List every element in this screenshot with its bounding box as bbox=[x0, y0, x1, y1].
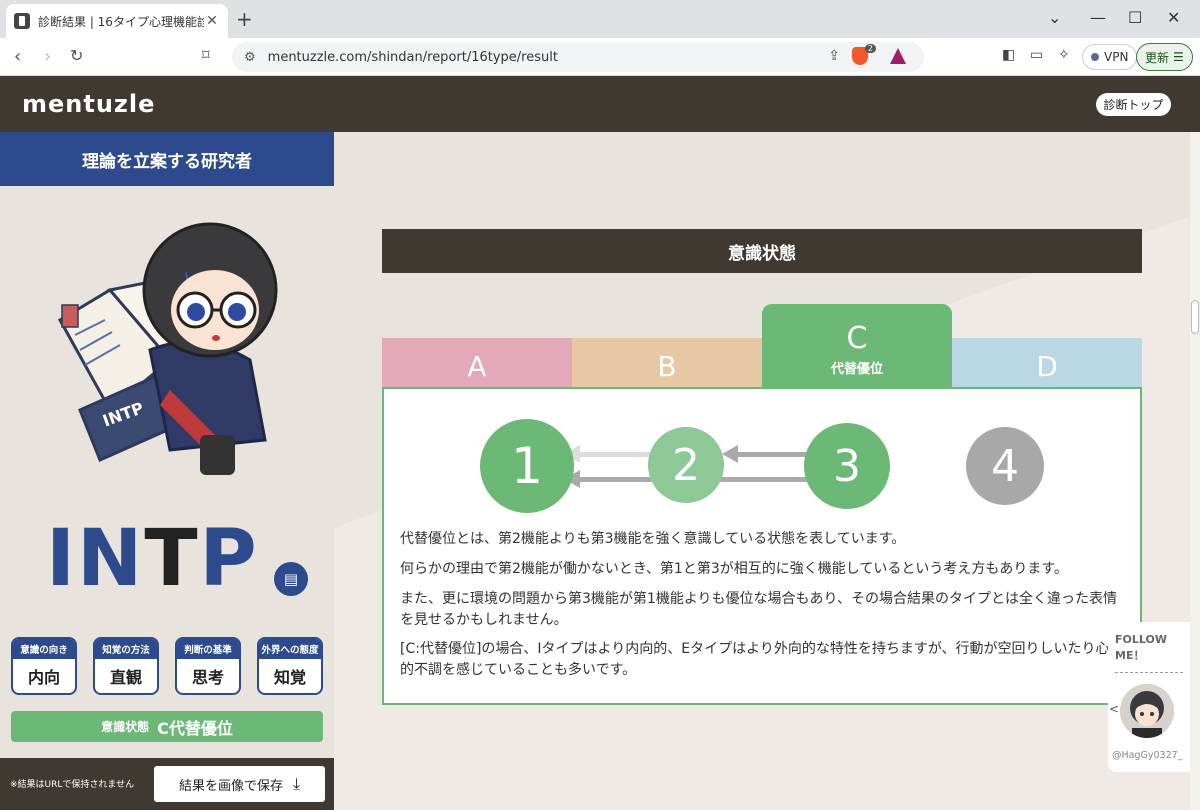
back-icon[interactable]: ‹ bbox=[14, 46, 21, 67]
tab-search-chevron-icon[interactable]: ⌄ bbox=[1048, 8, 1061, 27]
type-code-part-p: P bbox=[199, 514, 259, 604]
state-value: C代替優位 bbox=[157, 718, 233, 738]
type-title: 理論を立案する研究者 bbox=[0, 132, 334, 186]
function-circle-1: 1 bbox=[480, 419, 574, 513]
wallet-icon[interactable]: ▭ bbox=[1030, 47, 1043, 63]
window-close-icon[interactable]: ✕ bbox=[1167, 8, 1180, 27]
attribute-card-attitude: 外界への態度 知覚 bbox=[257, 637, 323, 695]
description-paragraph: また、更に環境の問題から第3機能が第1機能よりも優位な場合もあり、その場合結果の… bbox=[400, 591, 1117, 628]
attribute-label: 判断の基準 bbox=[177, 639, 239, 659]
main-content: 意識状態 A B C 代替優位 D 1 2 3 4 代替優位とは、第2機能よりも… bbox=[334, 132, 1190, 810]
description-paragraph: 代替優位とは、第2機能よりも第3機能を強く意識している状態を表しています。 bbox=[400, 531, 906, 547]
state-tab-a[interactable]: A bbox=[382, 338, 572, 388]
vpn-label: VPN bbox=[1104, 50, 1129, 64]
consciousness-state-bar: 意識状態 C代替優位 bbox=[11, 711, 323, 742]
reload-icon[interactable]: ↻ bbox=[70, 46, 83, 65]
update-label: 更新 bbox=[1145, 50, 1170, 65]
function-circle-3: 3 bbox=[804, 423, 890, 509]
state-tab-c-letter: C bbox=[846, 320, 868, 356]
state-tabs: A B C 代替優位 D bbox=[382, 304, 1142, 388]
page-scrollbar[interactable] bbox=[1190, 132, 1200, 810]
function-diagram: 1 2 3 4 bbox=[384, 389, 1140, 519]
attribute-card-perception: 知覚の方法 直観 bbox=[93, 637, 159, 695]
attribute-value: 直観 bbox=[109, 668, 142, 687]
new-tab-icon[interactable]: + bbox=[236, 7, 253, 31]
state-tab-d[interactable]: D bbox=[952, 338, 1142, 388]
brave-rewards-icon[interactable] bbox=[890, 48, 906, 64]
minimize-icon[interactable]: — bbox=[1090, 8, 1106, 27]
state-tab-c[interactable]: C 代替優位 bbox=[762, 304, 952, 388]
tab-title: 診断結果 | 16タイプ心理機能診断 bbox=[38, 14, 204, 29]
save-image-label: 結果を画像で保存 bbox=[178, 778, 283, 794]
description-paragraph: 何らかの理由で第2機能が働かないとき、第1と第3が相互的に強く機能しているという… bbox=[400, 561, 1068, 577]
description-paragraph: [C:代替優位]の場合、Iタイプはより内向的、Eタイプはより外向的な特性を持ちま… bbox=[400, 641, 1124, 678]
arrow-3-to-2 bbox=[734, 452, 814, 457]
browser-tab[interactable]: 診断結果 | 16タイプ心理機能診断 ✕ bbox=[6, 4, 228, 38]
url-note: ※結果はURLで保持されません bbox=[10, 780, 135, 790]
browser-toolbar: ‹ › ↻ ⌑ ⚙ mentuzzle.com/shindan/report/1… bbox=[0, 38, 1200, 76]
state-detail-box: 1 2 3 4 代替優位とは、第2機能よりも第3機能を強く意識している状態を表し… bbox=[382, 387, 1142, 705]
maximize-icon[interactable]: ☐ bbox=[1128, 8, 1142, 27]
vpn-button[interactable]: VPN bbox=[1082, 44, 1138, 70]
site-favicon-icon bbox=[14, 13, 30, 29]
author-handle: @HagGy0327_ bbox=[1112, 750, 1183, 761]
attribute-card-orientation: 意識の向き 内向 bbox=[11, 637, 77, 695]
url-text: mentuzzle.com/shindan/report/16type/resu… bbox=[267, 49, 558, 65]
attribute-value: 思考 bbox=[191, 668, 224, 687]
type-code-part-in: IN bbox=[46, 514, 145, 604]
vpn-status-icon bbox=[1091, 53, 1099, 61]
attribute-label: 外界への態度 bbox=[259, 639, 321, 659]
function-circle-2: 2 bbox=[648, 427, 724, 503]
attribute-label: 意識の向き bbox=[13, 639, 75, 659]
site-settings-icon[interactable]: ⚙ bbox=[244, 50, 256, 65]
browser-tab-bar: 診断結果 | 16タイプ心理機能診断 ✕ + ⌄ — ☐ ✕ bbox=[0, 0, 1200, 38]
type-detail-book-icon[interactable]: ▤ bbox=[274, 562, 308, 596]
address-bar[interactable]: ⚙ mentuzzle.com/shindan/report/16type/re… bbox=[232, 42, 924, 72]
type-code-part-t: T bbox=[144, 514, 200, 604]
state-label: 意識状態 bbox=[101, 720, 150, 734]
scrollbar-thumb[interactable] bbox=[1191, 300, 1199, 334]
state-tab-c-sub: 代替優位 bbox=[830, 361, 883, 377]
left-footer: ※結果はURLで保持されません 結果を画像で保存 ⤓ bbox=[0, 758, 334, 810]
state-tab-b[interactable]: B bbox=[572, 338, 762, 388]
attribute-label: 知覚の方法 bbox=[95, 639, 157, 659]
diagnosis-top-button[interactable]: 診断トップ bbox=[1096, 93, 1171, 116]
collapse-chevron-icon[interactable]: < bbox=[1109, 702, 1119, 716]
bookmark-icon[interactable]: ⌑ bbox=[202, 46, 210, 64]
brave-shields-count: 2 bbox=[864, 44, 876, 53]
site-logo[interactable]: mentuzle bbox=[22, 90, 155, 118]
character-illustration: INTP bbox=[57, 222, 278, 475]
arrowhead-3-to-2 bbox=[722, 445, 738, 463]
leo-ai-icon[interactable]: ✧ bbox=[1058, 47, 1070, 63]
tab-close-icon[interactable]: ✕ bbox=[204, 13, 220, 29]
section-title: 意識状態 bbox=[382, 229, 1142, 273]
result-side-panel: 理論を立案する研究者 INTP INTP ▤ 意識の向き 内向 知覚の方法 直観… bbox=[0, 132, 334, 810]
follow-widget[interactable]: FOLLOW ME！ < @HagGy0327_ bbox=[1108, 622, 1190, 772]
share-icon[interactable]: ⇪ bbox=[828, 48, 840, 64]
follow-divider bbox=[1115, 672, 1183, 673]
menu-icon: ☰ bbox=[1173, 50, 1184, 64]
download-icon: ⤓ bbox=[292, 774, 301, 793]
attribute-value: 知覚 bbox=[273, 668, 306, 687]
author-avatar[interactable] bbox=[1120, 684, 1174, 738]
attribute-value: 内向 bbox=[27, 668, 60, 687]
forward-icon[interactable]: › bbox=[44, 46, 51, 67]
function-circle-4: 4 bbox=[966, 427, 1044, 505]
attribute-card-judgment: 判断の基準 思考 bbox=[175, 637, 241, 695]
update-button[interactable]: 更新 ☰ bbox=[1136, 43, 1193, 71]
type-code: INTP bbox=[46, 514, 259, 604]
site-header: mentuzle 診断トップ bbox=[0, 76, 1200, 132]
save-image-button[interactable]: 結果を画像で保存 ⤓ bbox=[154, 766, 325, 802]
sidebar-toggle-icon[interactable]: ◧ bbox=[1002, 47, 1015, 63]
follow-title: FOLLOW ME！ bbox=[1115, 633, 1167, 662]
